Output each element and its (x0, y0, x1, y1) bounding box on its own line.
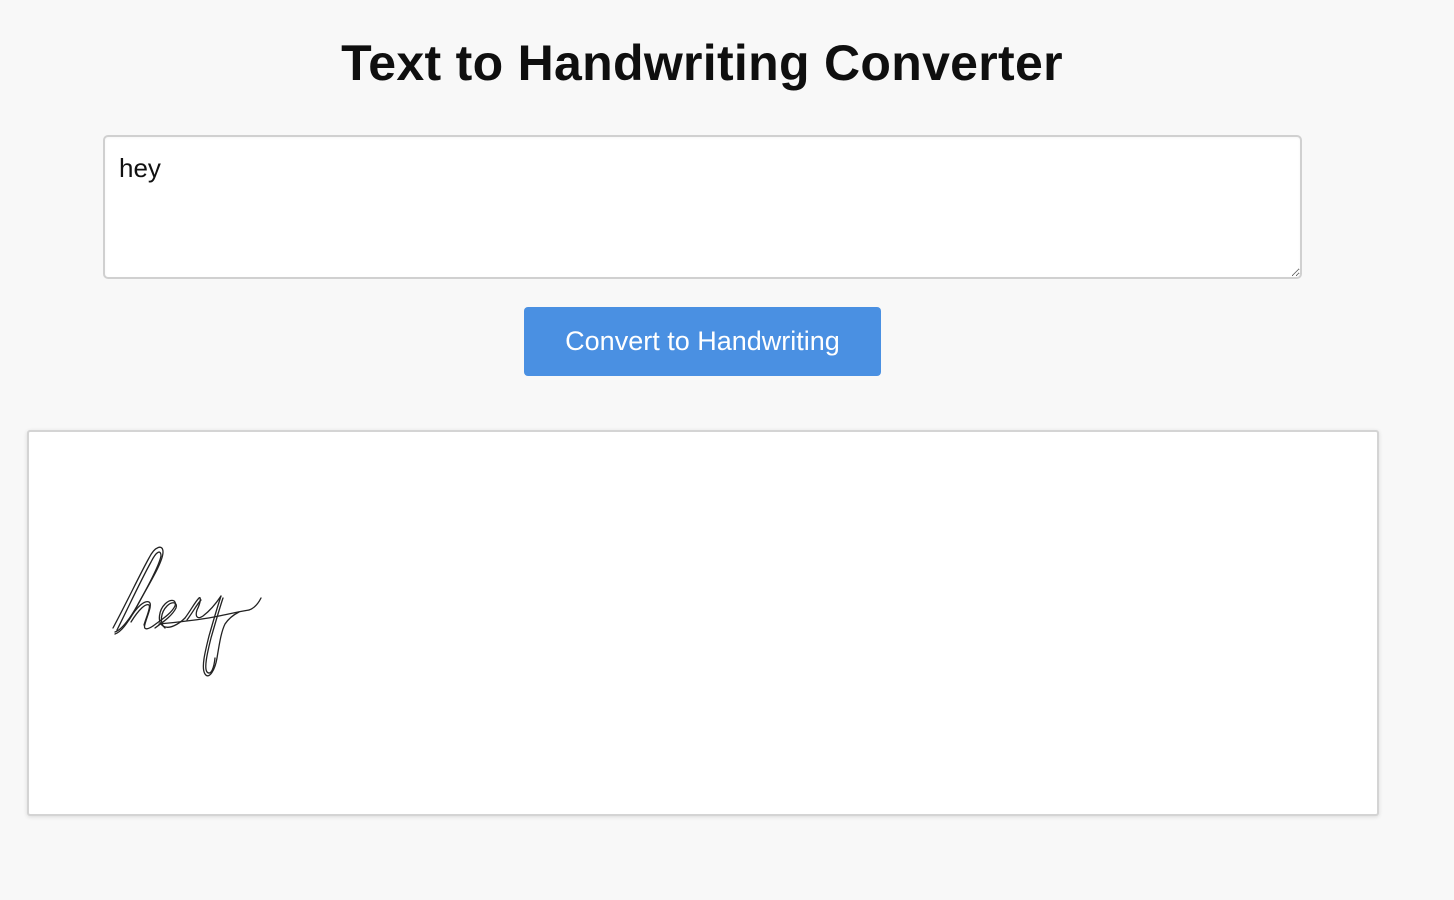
handwriting-rendering: hey (112, 546, 262, 677)
handwriting-output-canvas: hey (27, 430, 1379, 816)
app-page: Text to Handwriting Converter Convert to… (0, 0, 1454, 900)
text-input[interactable] (103, 135, 1302, 279)
page-title: Text to Handwriting Converter (341, 35, 1063, 91)
convert-button[interactable]: Convert to Handwriting (524, 307, 881, 376)
